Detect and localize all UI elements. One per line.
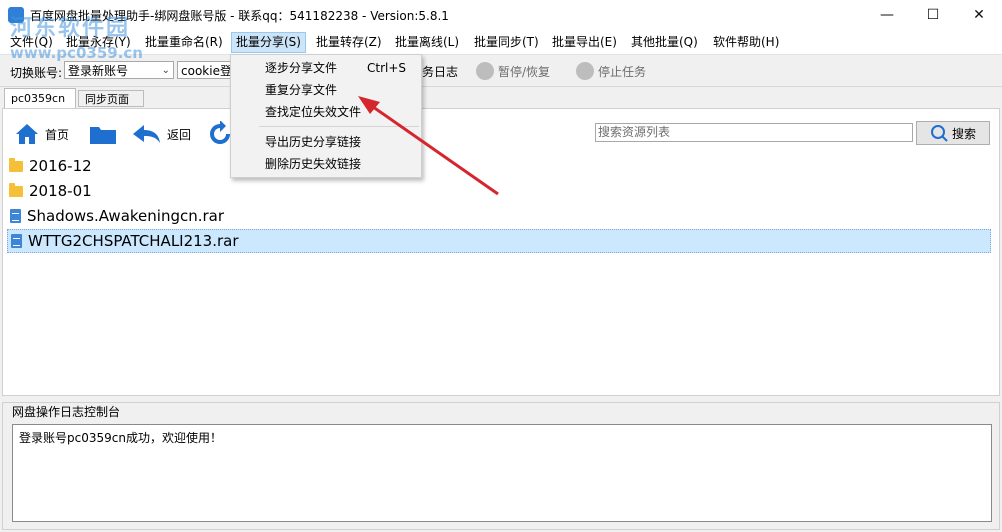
annotation-arrow	[358, 96, 499, 196]
account-select-value: 登录新账号	[68, 64, 129, 78]
menu-item-step-share[interactable]: 逐步分享文件 Ctrl+S	[231, 57, 421, 79]
toolbar: 切换账号: 登录新账号 ⌄ cookie登 务日志 暂停/恢复 停止任务	[0, 56, 1002, 87]
search-placeholder: 搜索资源列表	[598, 125, 671, 139]
back-label: 返回	[167, 127, 192, 142]
folder-button[interactable]	[89, 121, 117, 147]
folder-icon	[9, 182, 23, 197]
file-icon	[11, 234, 22, 248]
chevron-down-icon: ⌄	[161, 65, 170, 76]
menu-batch-offline[interactable]: 批量离线(L)	[391, 33, 463, 52]
stop-icon	[576, 62, 594, 80]
file-name: WTTG2CHSPATCHALI213.rar	[28, 232, 239, 250]
menu-item-label: 重复分享文件	[265, 83, 338, 97]
minimize-button[interactable]: —	[864, 0, 910, 30]
cookie-field-value: cookie登	[181, 64, 232, 78]
pause-icon	[476, 62, 494, 80]
maximize-button[interactable]: ☐	[910, 0, 956, 30]
file-name: 2016-12	[29, 157, 92, 175]
menu-item-label: 逐步分享文件	[265, 61, 338, 75]
log-panel-title: 网盘操作日志控制台	[10, 403, 123, 420]
pause-resume-button[interactable]: 暂停/恢复	[476, 60, 550, 82]
tab-sync-page[interactable]: 同步页面	[78, 90, 144, 107]
title-bar: 百度网盘批量处理助手-绑网盘账号版 - 联系qq：541182238 - Ver…	[0, 0, 1002, 30]
menu-help[interactable]: 软件帮助(H)	[709, 33, 783, 52]
pause-resume-label: 暂停/恢复	[498, 64, 551, 79]
app-icon	[8, 7, 24, 23]
account-label: 切换账号:	[10, 66, 63, 80]
stop-task-label: 停止任务	[598, 64, 647, 79]
menu-batch-export[interactable]: 批量导出(E)	[548, 33, 621, 52]
back-button[interactable]: 返回	[131, 121, 191, 147]
home-button[interactable]: 首页	[15, 121, 69, 147]
menu-file[interactable]: 文件(Q)	[6, 33, 57, 52]
account-select[interactable]: 登录新账号 ⌄	[64, 61, 174, 79]
search-icon	[930, 125, 948, 142]
task-log-button[interactable]: 务日志	[422, 60, 458, 82]
menu-bar: 文件(Q) 批量永存(Y) 批量重命名(R) 批量分享(S) 批量转存(Z) 批…	[0, 30, 1002, 55]
list-item[interactable]: Shadows.Awakeningcn.rar	[7, 204, 991, 228]
folder-icon	[9, 157, 23, 172]
menu-other-batch[interactable]: 其他批量(Q)	[627, 33, 702, 52]
search-button[interactable]: 搜索	[916, 121, 990, 145]
window-title: 百度网盘批量处理助手-绑网盘账号版 - 联系qq：541182238 - Ver…	[30, 9, 449, 23]
file-name: Shadows.Awakeningcn.rar	[27, 207, 225, 225]
menu-batch-sync[interactable]: 批量同步(T)	[470, 33, 543, 52]
task-log-label: 务日志	[422, 64, 459, 79]
list-item-selected[interactable]: WTTG2CHSPATCHALI213.rar	[7, 229, 991, 253]
file-name: 2018-01	[29, 182, 92, 200]
log-console[interactable]: 登录账号pc0359cn成功，欢迎使用！	[12, 424, 992, 522]
menu-batch-rename[interactable]: 批量重命名(R)	[141, 33, 227, 52]
home-icon	[16, 124, 38, 144]
search-input[interactable]: 搜索资源列表	[595, 123, 913, 142]
folder-icon	[90, 127, 116, 144]
cookie-field[interactable]: cookie登	[177, 61, 237, 79]
file-icon	[10, 209, 21, 223]
home-label: 首页	[45, 127, 70, 142]
tab-pc0359cn[interactable]: pc0359cn	[4, 88, 76, 108]
search-button-label: 搜索	[951, 126, 976, 141]
menu-item-shortcut: Ctrl+S	[367, 61, 407, 75]
close-button[interactable]: ✕	[956, 0, 1002, 30]
menu-batch-save[interactable]: 批量永存(Y)	[62, 33, 135, 52]
back-arrow-icon	[133, 125, 160, 143]
stop-task-button[interactable]: 停止任务	[576, 60, 646, 82]
menu-batch-transfer[interactable]: 批量转存(Z)	[312, 33, 386, 52]
menu-batch-share[interactable]: 批量分享(S)	[231, 32, 306, 53]
log-message: 登录账号pc0359cn成功，欢迎使用！	[19, 431, 222, 445]
